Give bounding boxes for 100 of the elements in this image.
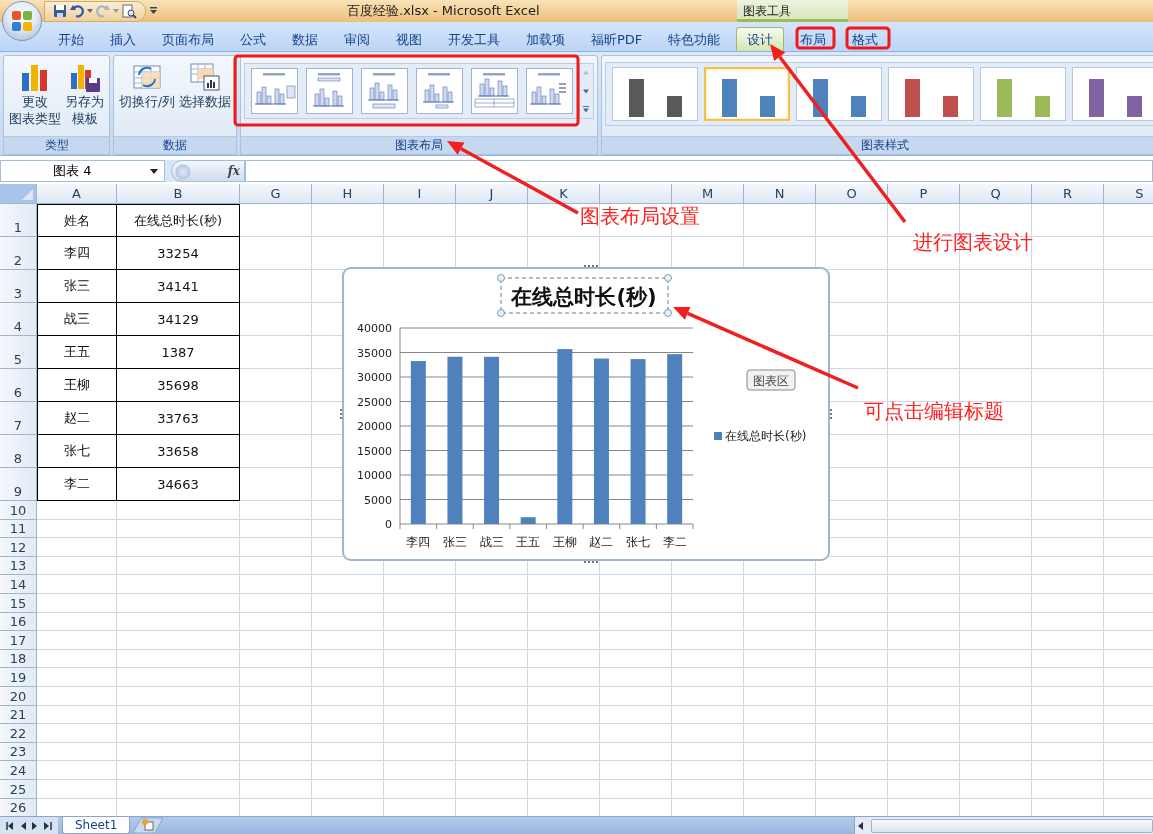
row-header[interactable]: 1	[0, 204, 37, 237]
resize-handle[interactable]	[583, 265, 599, 267]
ribbon-tab[interactable]: 页面布局	[149, 27, 227, 51]
row-header[interactable]: 7	[0, 402, 37, 435]
next-sheet-icon[interactable]	[32, 821, 38, 830]
ribbon-button[interactable]: 另存为 模板	[63, 59, 106, 129]
scrollbar-thumb[interactable]	[871, 818, 1153, 833]
column-header[interactable]: O	[816, 184, 888, 204]
save-icon[interactable]	[53, 4, 67, 18]
row-header[interactable]: 12	[0, 538, 37, 557]
chart-layout-option[interactable]	[251, 68, 299, 114]
chart-layout-option[interactable]	[526, 68, 574, 114]
chart-layout-option[interactable]	[306, 68, 354, 114]
ribbon-tab[interactable]: 特色功能	[655, 27, 734, 51]
axis-tick-label: 40000	[357, 322, 392, 335]
insert-sheet-icon[interactable]	[133, 817, 164, 833]
table-cell: 李四	[37, 237, 117, 270]
column-header[interactable]: K	[528, 184, 600, 204]
horizontal-scrollbar[interactable]	[854, 817, 1153, 834]
resize-handle[interactable]	[340, 408, 342, 420]
column-header[interactable]: P	[888, 184, 960, 204]
print-preview-icon[interactable]	[122, 3, 137, 19]
row-header[interactable]: 4	[0, 303, 37, 336]
title-selection-frame[interactable]	[497, 274, 672, 317]
ribbon-button[interactable]: 切换行/列	[117, 59, 178, 112]
insert-function-button[interactable]: fx	[171, 160, 245, 182]
window-title: 百度经验.xlsx - Microsoft Excel	[347, 2, 540, 20]
ribbon-tab[interactable]: 审阅	[331, 27, 383, 51]
category-label: 王五	[516, 535, 541, 549]
row-header[interactable]: 8	[0, 435, 37, 468]
column-header[interactable]: G	[240, 184, 312, 204]
row-header[interactable]: 17	[0, 631, 37, 650]
ribbon-tab[interactable]: 数据	[279, 27, 331, 51]
ribbon-tab[interactable]: 加载项	[513, 27, 578, 51]
axis-tick-label: 20000	[357, 420, 392, 433]
resize-handle[interactable]	[583, 561, 599, 563]
column-header[interactable]: A	[37, 184, 117, 204]
previous-sheet-icon[interactable]	[20, 821, 26, 830]
undo-icon[interactable]	[70, 4, 84, 18]
column-header[interactable]: N	[744, 184, 816, 204]
sheet-tab[interactable]: Sheet1	[62, 817, 131, 834]
chart-layout-option[interactable]	[361, 68, 409, 114]
office-button[interactable]	[2, 1, 42, 41]
table-cell: 王柳	[37, 369, 117, 402]
formula-input[interactable]	[245, 160, 1153, 182]
ribbon-tab[interactable]: 格式	[839, 27, 892, 51]
column-header[interactable]: Q	[960, 184, 1032, 204]
first-sheet-icon[interactable]	[6, 821, 14, 830]
column-header[interactable]: B	[117, 184, 240, 204]
ribbon-tab[interactable]: 开发工具	[435, 27, 513, 51]
row-header[interactable]: 2	[0, 237, 37, 270]
ribbon-tab[interactable]: 公式	[227, 27, 279, 51]
ribbon-tab[interactable]: 福昕PDF	[578, 27, 656, 51]
office-logo-icon	[10, 9, 34, 33]
resize-handle[interactable]	[830, 408, 832, 420]
row-header[interactable]: 6	[0, 369, 37, 402]
name-box[interactable]: 图表 4	[0, 160, 165, 182]
ribbon-tab[interactable]: 视图	[383, 27, 435, 51]
select-data-icon	[189, 61, 222, 93]
chart-layout-option[interactable]	[416, 68, 464, 114]
chart-style-option[interactable]	[612, 67, 699, 121]
chart-layout-option[interactable]	[471, 68, 519, 114]
row-header[interactable]: 14	[0, 575, 37, 594]
ribbon-button[interactable]: 选择数据	[177, 59, 234, 112]
row-header[interactable]: 19	[0, 668, 37, 687]
ribbon-tab[interactable]: 开始	[45, 27, 97, 51]
annotation-text: 进行图表设计	[913, 231, 1033, 253]
table-cell: 34129	[117, 303, 240, 336]
column-header[interactable]: R	[1032, 184, 1104, 204]
column-header[interactable]: S	[1104, 184, 1153, 204]
table-cell: 33254	[117, 237, 240, 270]
ribbon-tab[interactable]: 布局	[787, 27, 840, 51]
tooltip: 图表区	[746, 369, 796, 391]
column-header[interactable]: J	[456, 184, 528, 204]
last-sheet-icon[interactable]	[44, 821, 52, 830]
column-header[interactable]: M	[672, 184, 744, 204]
axis-tick-label: 15000	[357, 444, 392, 458]
category-label: 张七	[626, 535, 651, 549]
row-header[interactable]: 9	[0, 468, 37, 501]
table-cell: 张七	[37, 435, 117, 468]
annotation-text: 可点击编辑标题	[864, 400, 1004, 422]
dropdown-caret-icon[interactable]	[150, 169, 158, 174]
table-cell: 战三	[37, 303, 117, 336]
ribbon-tab[interactable]: 插入	[97, 27, 149, 51]
row-header[interactable]: 24	[0, 761, 37, 780]
row-header[interactable]: 22	[0, 724, 37, 743]
chart-style-option[interactable]	[1072, 67, 1153, 121]
chart-style-option[interactable]	[704, 67, 791, 121]
ribbon-tab[interactable]: 设计	[736, 27, 785, 51]
column-header[interactable]: I	[384, 184, 456, 204]
customize-caret-icon[interactable]	[150, 7, 157, 15]
row-header[interactable]: 3	[0, 270, 37, 303]
highlight-frame	[845, 26, 891, 50]
chart-style-option[interactable]	[888, 67, 975, 121]
chart-style-option[interactable]	[796, 67, 883, 121]
column-header[interactable]: H	[312, 184, 384, 204]
row-header[interactable]: 10	[0, 501, 37, 520]
group-label: 图表样式	[602, 136, 1153, 154]
row-header[interactable]: 5	[0, 336, 37, 369]
ribbon-button[interactable]: 更改 图表类型	[7, 59, 63, 129]
